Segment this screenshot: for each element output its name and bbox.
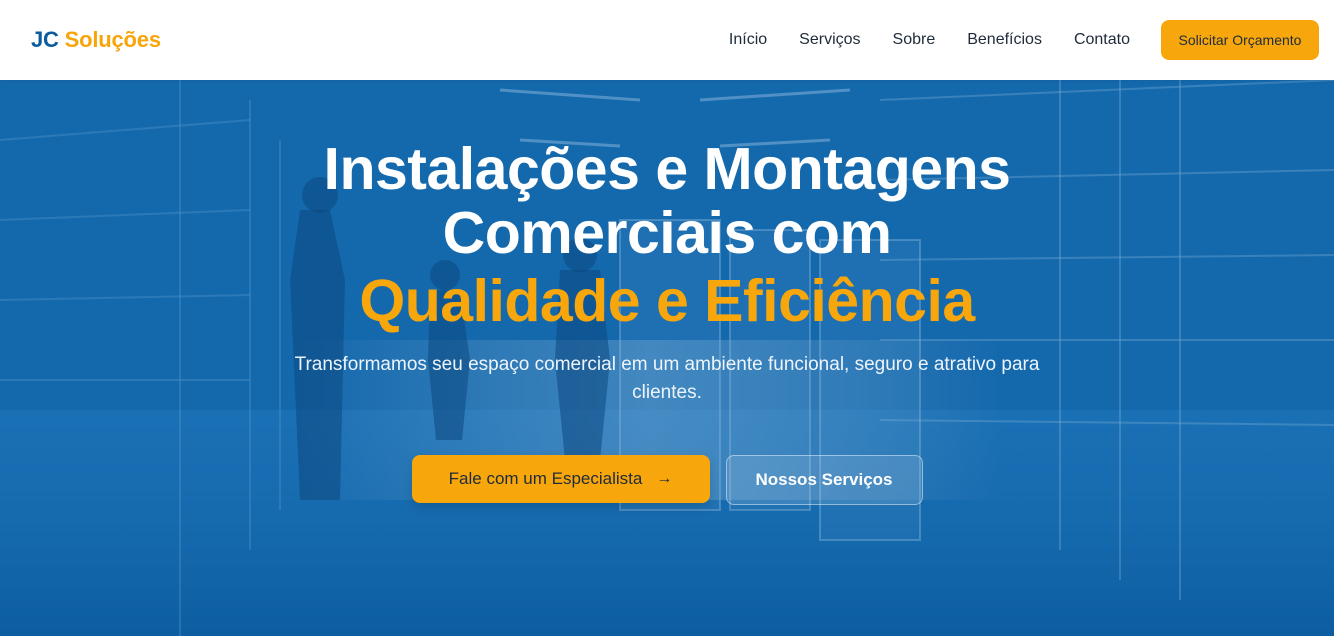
- nav-item-inicio[interactable]: Início: [729, 31, 767, 49]
- nav-item-servicos[interactable]: Serviços: [799, 31, 860, 49]
- nav-item-beneficios[interactable]: Benefícios: [967, 31, 1042, 49]
- talk-to-specialist-label: Fale com um Especialista: [448, 469, 643, 488]
- logo-text-secondary: Soluções: [64, 27, 161, 52]
- hero-section: Instalações e Montagens Comerciais com Q…: [0, 80, 1334, 636]
- hero-title-line-2: Comerciais com: [442, 200, 892, 266]
- nav-links: Início Serviços Sobre Benefícios Contato: [697, 31, 1130, 49]
- hero-content: Instalações e Montagens Comerciais com Q…: [0, 80, 1334, 505]
- hero-subtitle: Transformamos seu espaço comercial em um…: [294, 354, 1040, 403]
- hero-title-highlight: Qualidade e Eficiência: [359, 268, 975, 334]
- talk-to-specialist-button[interactable]: Fale com um Especialista →: [411, 455, 710, 503]
- nav-right: Início Serviços Sobre Benefícios Contato…: [697, 20, 1319, 60]
- logo[interactable]: JC Soluções: [31, 27, 161, 53]
- our-services-button[interactable]: Nossos Serviços: [725, 455, 923, 505]
- nav-item-sobre[interactable]: Sobre: [893, 31, 936, 49]
- request-quote-button[interactable]: Solicitar Orçamento: [1161, 20, 1319, 60]
- nav-item-contato[interactable]: Contato: [1074, 31, 1130, 49]
- arrow-right-icon: →: [656, 470, 673, 487]
- hero-title-line-1: Instalações e Montagens: [323, 136, 1011, 202]
- logo-text-primary: JC: [31, 27, 59, 52]
- hero-buttons: Fale com um Especialista → Nossos Serviç…: [0, 455, 1334, 505]
- navbar: JC Soluções Início Serviços Sobre Benefí…: [0, 0, 1334, 80]
